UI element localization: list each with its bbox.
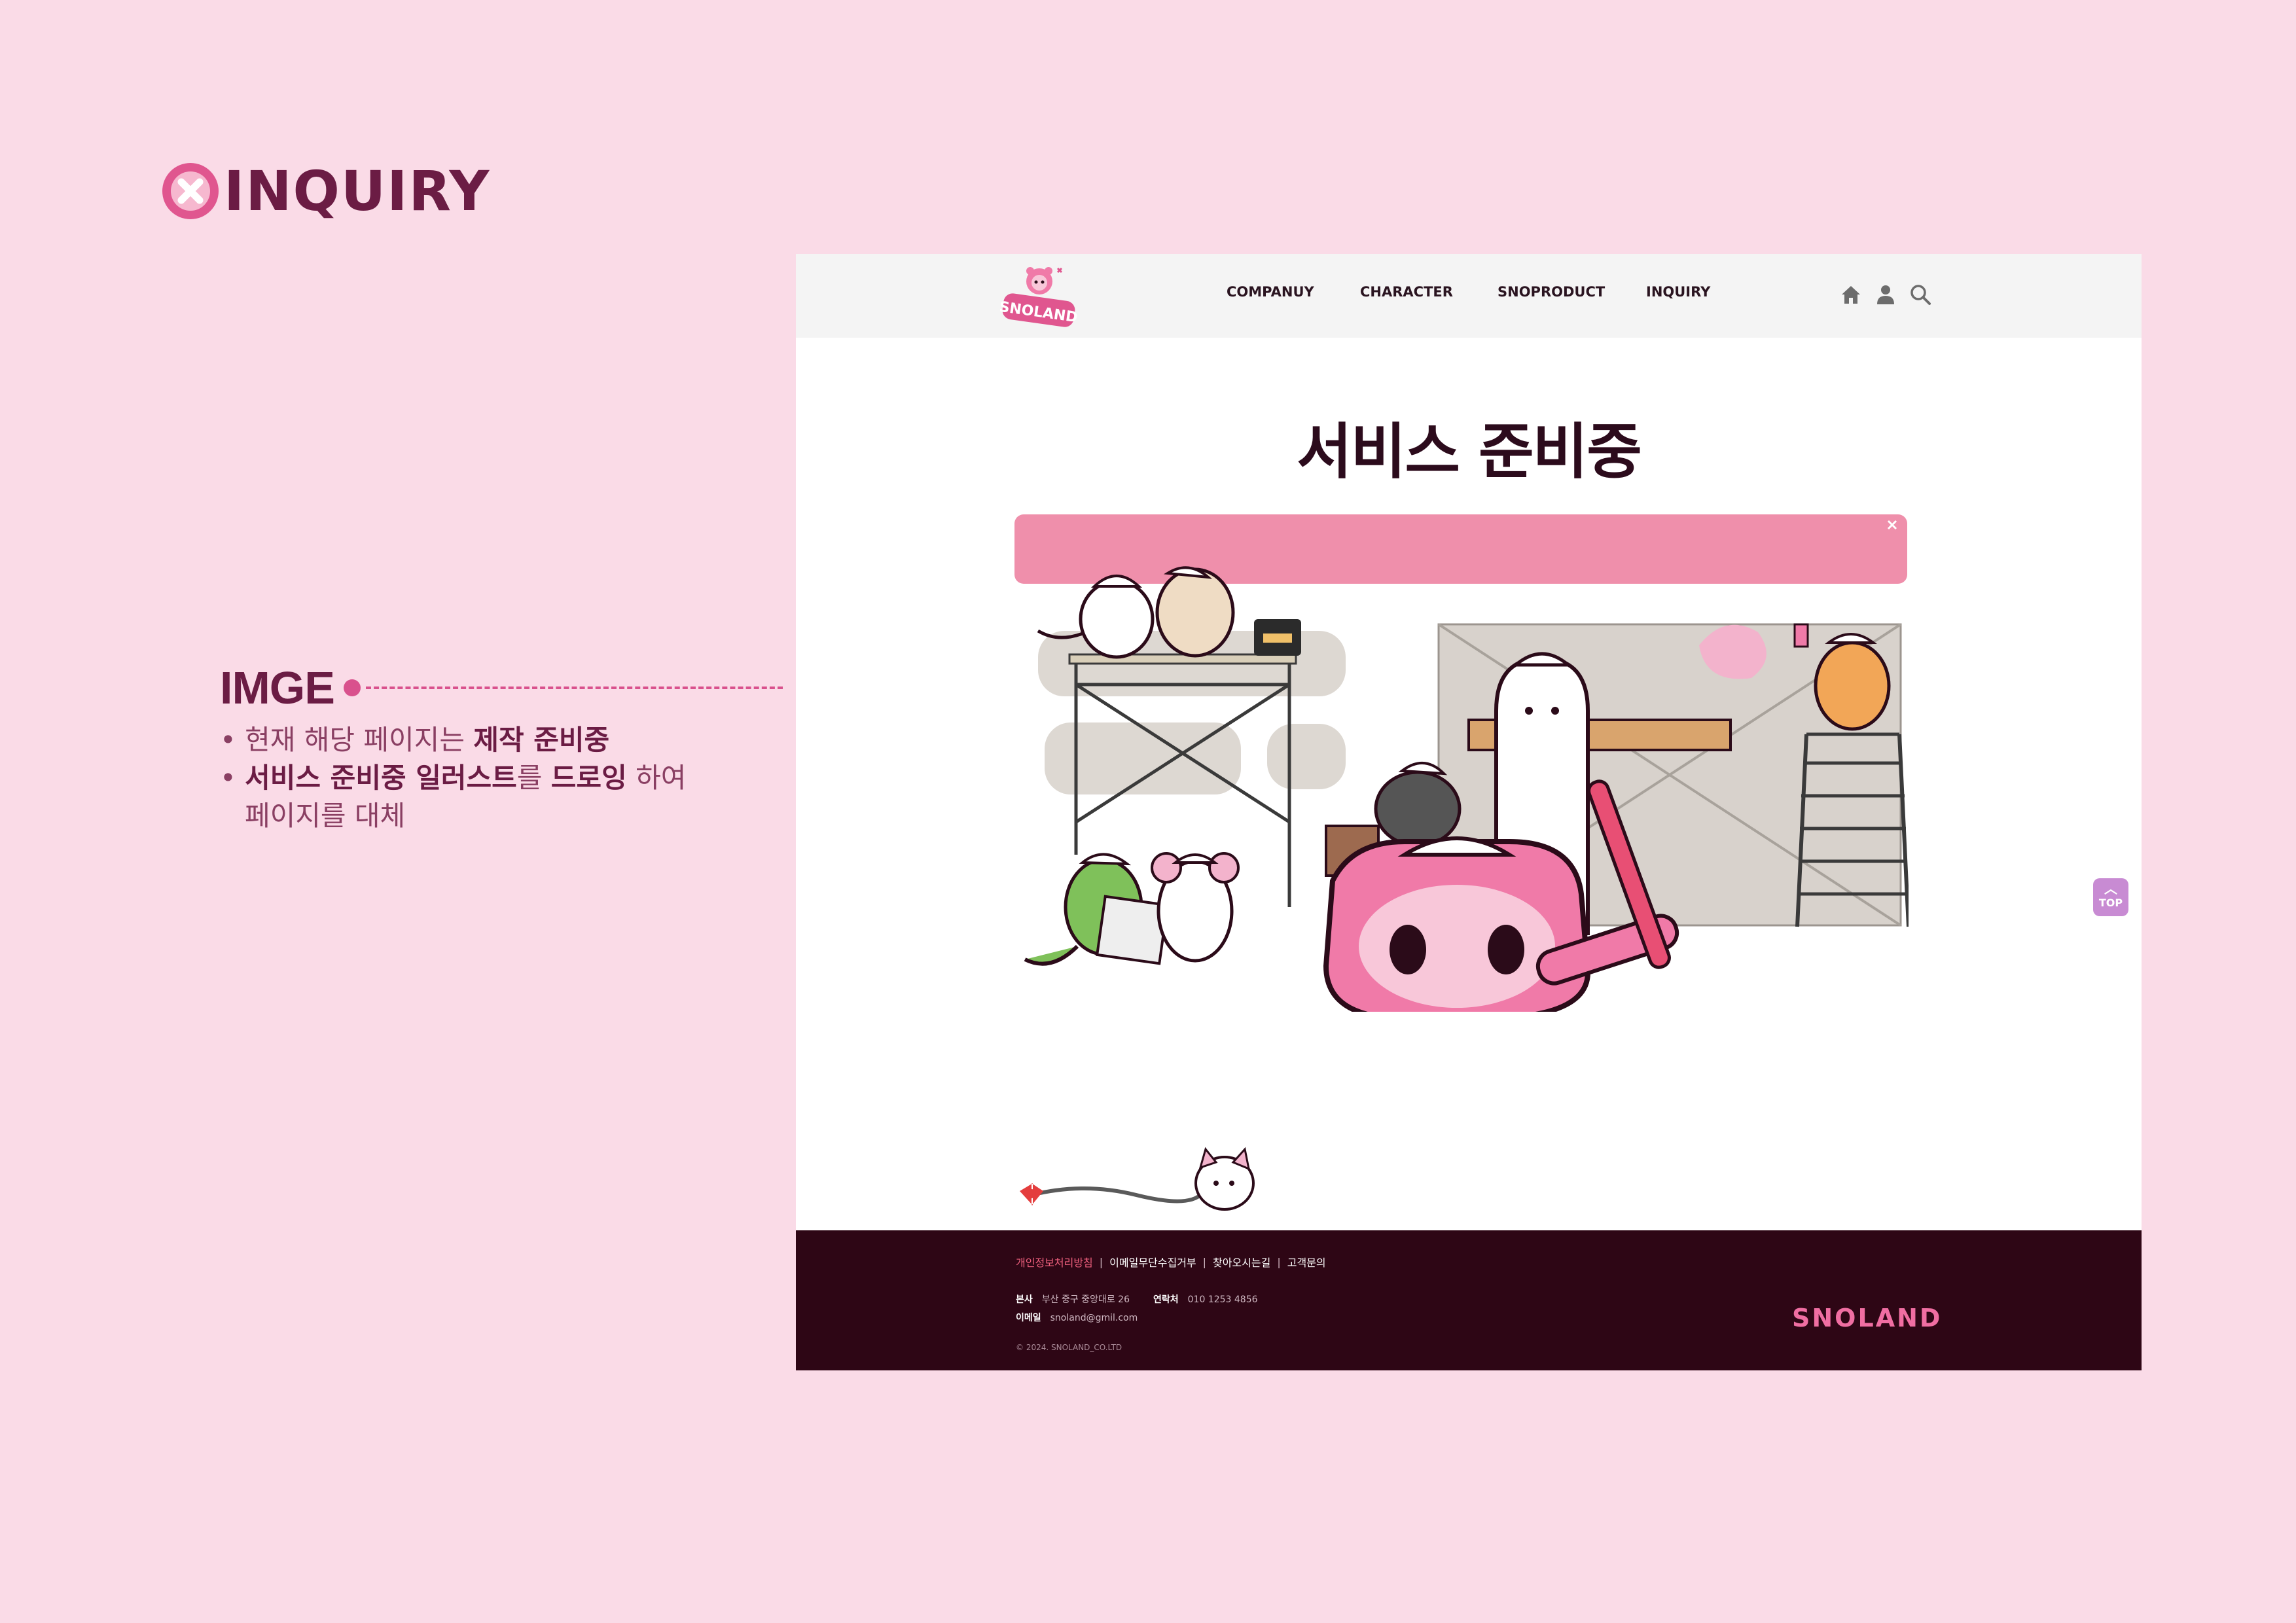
footer-link-no-email-collection[interactable]: 이메일무단수집거부 [1109,1254,1196,1270]
footer-brand-logo: SNOLAND [1792,1304,1943,1332]
nav-item-inquiry[interactable]: INQUIRY [1646,284,1710,300]
footer-separator: | [1277,1255,1281,1268]
annotation-connector-line [365,687,783,689]
site-header: SNOLAND COMPANUY CHARACTER SNOPRODUCT IN… [796,254,2142,338]
footer-phone: 010 1253 4856 [1187,1294,1258,1305]
annotation-header: IMGE [220,658,783,717]
search-icon[interactable] [1907,281,1933,308]
footer-separator: | [1099,1255,1103,1268]
footer-phone-label: 연락처 [1153,1294,1179,1305]
image-annotation: IMGE • 현재 해당 페이지는 제작 준비중 • 서비스 준비중 일러스트를… [220,658,783,835]
footer-link-contact[interactable]: 고객문의 [1287,1254,1326,1270]
page-heading: 서비스 준비중 [1297,417,1642,487]
annotation-line-2: • 서비스 준비중 일러스트를 드로잉 하여 [220,762,687,794]
annotation-label: IMGE [220,662,335,713]
annotation-list: • 현재 해당 페이지는 제작 준비중 • 서비스 준비중 일러스트를 드로잉 … [220,721,783,835]
under-construction-illustration [1014,514,1909,1012]
scroll-top-label: TOP [2098,897,2123,909]
footer-link-directions[interactable]: 찾아오시는길 [1213,1254,1270,1270]
chevron-up-icon: ︿ [2104,881,2117,897]
slide-title-text: INQUIRY [224,159,491,223]
nav-item-snoproduct[interactable]: SNOPRODUCT [1498,284,1605,300]
scroll-top-button[interactable]: ︿ TOP [2093,878,2128,916]
footer-address: 부산 중구 중앙대로 26 [1041,1294,1130,1305]
footer-email-label: 이메일 [1016,1313,1041,1323]
footer-separator: | [1202,1255,1207,1268]
user-icon[interactable] [1873,281,1899,308]
annotation-connector-dot [343,679,361,696]
annotation-line-1: • 현재 해당 페이지는 제작 준비중 [220,724,610,756]
x-circle-icon [162,163,219,219]
footer-link-privacy[interactable]: 개인정보처리방침 [1016,1254,1093,1270]
footer-cat-illustration [1020,1147,1255,1211]
nav-item-company[interactable]: COMPANUY [1227,284,1314,300]
slide-title: INQUIRY [161,159,491,223]
footer-email: snoland@gmil.com [1050,1313,1138,1323]
main-nav: COMPANUY CHARACTER SNOPRODUCT INQUIRY [796,254,2142,338]
footer-company-info: 본사 부산 중구 중앙대로 26 연락처 010 1253 4856 이메일 snola… [1016,1291,1258,1327]
website-mockup: SNOLAND COMPANUY CHARACTER SNOPRODUCT IN… [796,254,2142,1370]
footer-copyright: © 2024. SNOLAND_CO.LTD [1016,1343,1122,1352]
annotation-line-3: 페이지를 대체 [245,800,406,832]
footer-links: 개인정보처리방침 | 이메일무단수집거부 | 찾아오시는길 | 고객문의 [1016,1254,1326,1270]
nav-item-character[interactable]: CHARACTER [1360,284,1453,300]
home-icon[interactable] [1838,281,1864,308]
footer-address-label: 본사 [1016,1294,1033,1305]
site-footer: 개인정보처리방침 | 이메일무단수집거부 | 찾아오시는길 | 고객문의 본사 부… [796,1230,2142,1370]
